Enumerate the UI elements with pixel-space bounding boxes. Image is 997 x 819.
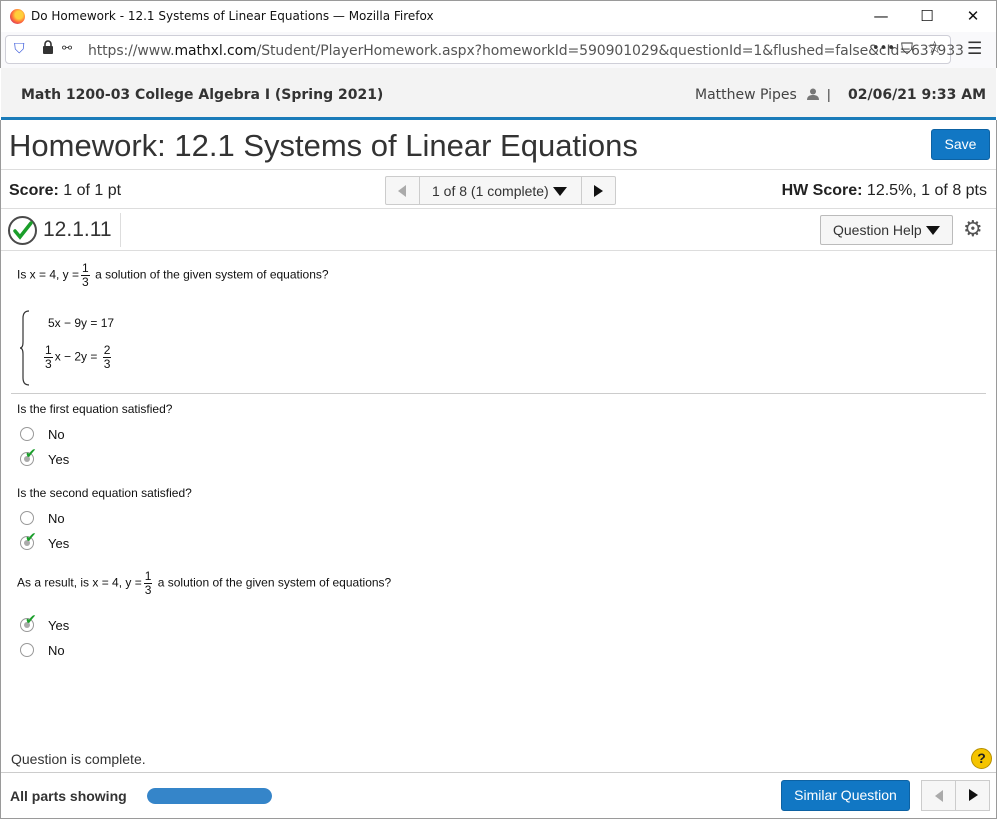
person-icon (807, 88, 820, 100)
user-name[interactable]: Matthew Pipes (695, 87, 820, 103)
part1-yes-label[interactable]: Yes (48, 452, 69, 467)
homework-panel: Homework: 12.1 Systems of Linear Equatio… (0, 120, 997, 819)
course-name: Math 1200-03 College Algebra I (Spring 2… (21, 87, 384, 103)
part-navigator (921, 780, 990, 811)
url-text[interactable]: https://www.mathxl.com/Student/PlayerHom… (88, 43, 964, 59)
fraction: 13 (143, 569, 153, 597)
question-navigator: 1 of 8 (1 complete) (385, 176, 616, 205)
part3-no-label[interactable]: No (48, 643, 65, 658)
hw-score: HW Score: 12.5%, 1 of 8 pts (781, 182, 987, 199)
browser-toolbar: ⛉ ⚯ https://www.mathxl.com/Student/Playe… (0, 32, 997, 68)
score-bar: Score: 1 of 1 pt 1 of 8 (1 complete) HW … (1, 169, 996, 209)
window-title: Do Homework - 12.1 Systems of Linear Equ… (31, 9, 434, 23)
bookmark-star-icon[interactable]: ☆ (927, 38, 942, 58)
system-brace (19, 310, 30, 386)
parts-progress-bar (147, 788, 272, 804)
progress-fill (147, 788, 272, 804)
divider (11, 393, 986, 394)
maximize-button[interactable]: ☐ (904, 1, 950, 32)
datetime: 02/06/21 9:33 AM (848, 87, 987, 103)
lock-icon[interactable] (42, 40, 54, 58)
previous-question-button[interactable] (386, 177, 420, 204)
minimize-button[interactable]: — (858, 1, 904, 32)
correct-check-icon: ✔ (25, 612, 37, 628)
caret-down-icon (552, 187, 567, 196)
divider (120, 213, 121, 247)
permissions-icon[interactable]: ⚯ (62, 41, 72, 55)
fraction: 13 (81, 261, 90, 289)
course-header: Math 1200-03 College Algebra I (Spring 2… (1, 68, 996, 120)
part1-no-radio[interactable] (20, 427, 34, 441)
save-button[interactable]: Save (931, 129, 990, 160)
question-prompt: Is x = 4, y = 1 3 a solution of the given … (17, 261, 329, 289)
next-question-button[interactable] (581, 177, 615, 204)
help-question-icon[interactable]: ? (971, 748, 992, 769)
part3-prompt: As a result, is x = 4, y = 1 3 a solution … (17, 569, 392, 597)
part2-no-radio[interactable] (20, 511, 34, 525)
fraction: 13 (44, 343, 53, 371)
question-bar: 12.1.11 Question Help ⚙ (1, 209, 996, 251)
all-parts-label: All parts showing (10, 788, 127, 804)
correct-check-icon: ✔ (25, 530, 37, 546)
close-window-button[interactable]: ✕ (950, 1, 996, 32)
arrow-right-icon (969, 789, 978, 801)
arrow-left-icon (935, 790, 943, 802)
pocket-icon[interactable]: ⛉ (901, 39, 913, 59)
caret-down-icon (925, 226, 940, 235)
part2-no-label[interactable]: No (48, 511, 65, 526)
part2-yes-label[interactable]: Yes (48, 536, 69, 551)
page-title: Homework: 12.1 Systems of Linear Equatio… (9, 128, 638, 163)
next-part-button[interactable] (956, 781, 990, 810)
firefox-logo-icon (10, 9, 25, 24)
question-selector[interactable]: 1 of 8 (1 complete) (432, 183, 567, 199)
part1-prompt: Is the first equation satisfied? (17, 402, 173, 416)
question-help-button[interactable]: Question Help (820, 215, 953, 245)
window-titlebar: Do Homework - 12.1 Systems of Linear Equ… (0, 0, 997, 32)
part3-yes-label[interactable]: Yes (48, 618, 69, 633)
equation-2: 13x − 2y = 23 (44, 343, 112, 371)
app-menu-icon[interactable]: ☰ (967, 39, 982, 59)
fraction: 23 (102, 343, 112, 371)
page-actions-icon[interactable]: ••• (872, 41, 895, 56)
similar-question-button[interactable]: Similar Question (781, 780, 910, 811)
header-separator: | (827, 86, 831, 102)
score: Score: 1 of 1 pt (9, 182, 122, 199)
footer-bar: All parts showing Similar Question (1, 772, 996, 818)
tracking-shield-icon[interactable]: ⛉ (14, 41, 25, 57)
correct-check-icon: ✔ (25, 446, 37, 462)
part2-prompt: Is the second equation satisfied? (17, 486, 192, 500)
part3-no-radio[interactable] (20, 643, 34, 657)
url-bar[interactable]: ⛉ ⚯ https://www.mathxl.com/Student/Playe… (5, 35, 964, 64)
previous-part-button[interactable] (922, 781, 956, 810)
gear-icon[interactable]: ⚙ (963, 217, 983, 242)
arrow-right-icon (594, 185, 603, 197)
complete-check-icon (8, 216, 37, 245)
arrow-left-icon (398, 185, 406, 197)
part1-no-label[interactable]: No (48, 427, 65, 442)
equation-1: 5x − 9y = 17 (48, 316, 115, 330)
question-status: Question is complete. (11, 751, 146, 767)
question-number: 12.1.11 (43, 218, 112, 241)
